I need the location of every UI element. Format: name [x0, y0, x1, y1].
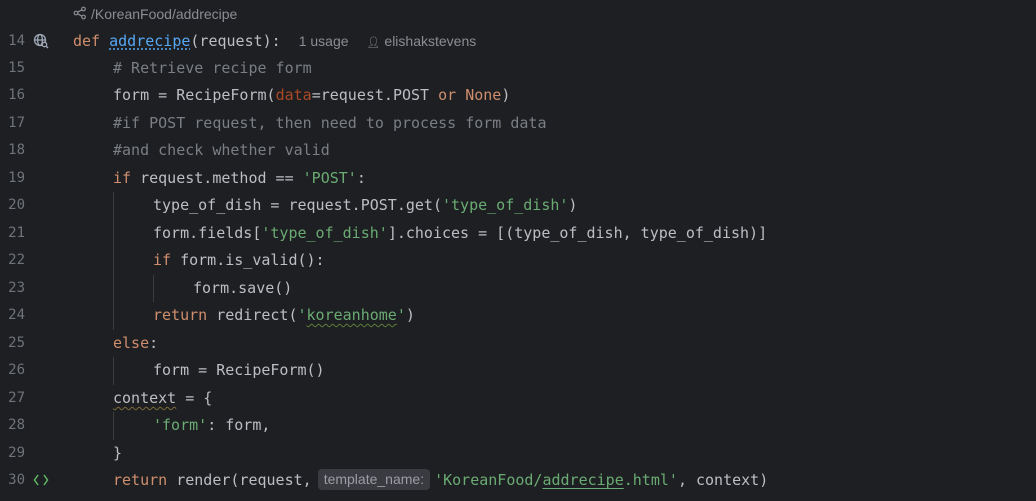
code-text: : [356, 169, 366, 187]
line-number: 20 [8, 197, 25, 213]
line-number: 16 [8, 87, 25, 103]
keyword: or [438, 86, 457, 104]
code-text: = { [176, 389, 213, 407]
string-literal: 'type_of_dish' [441, 196, 569, 214]
line-number: 19 [8, 170, 25, 186]
line-number: 25 [8, 335, 25, 351]
line-number: 27 [8, 390, 25, 406]
line-number: 21 [8, 225, 25, 241]
code-line-17: #if POST request, then need to process f… [113, 110, 546, 138]
comment: #and check whether valid [113, 141, 330, 159]
user-icon: 👤︎ [366, 37, 381, 49]
url-name-string[interactable]: koreanhome [307, 306, 397, 324]
string-literal: 'POST' [302, 169, 357, 187]
code-text: type_of_dish = request.POST.get( [153, 196, 442, 214]
code-line-30: return render(request, template_name: 'Kor… [113, 467, 768, 495]
line-number: 28 [8, 417, 25, 433]
string-quote: ' [297, 306, 307, 324]
variable-name[interactable]: context [113, 389, 176, 407]
code-line-27: context = { [113, 385, 212, 413]
string-literal: 'form' [153, 416, 208, 434]
code-text: , context) [677, 471, 769, 489]
navigate-to-template-icon[interactable] [33, 472, 49, 488]
line-number: 17 [8, 115, 25, 131]
code-line-26: form = RecipeForm() [153, 357, 325, 385]
keyword: return [113, 471, 168, 489]
code-line-19: if request.method == 'POST': [113, 165, 366, 193]
line-number: 23 [8, 280, 25, 296]
indent-guide [113, 192, 114, 330]
parameter-name: data [275, 86, 312, 104]
url-mapping-globe-icon[interactable] [33, 33, 49, 49]
code-line-25: else: [113, 330, 158, 358]
parameter-name-inlay-hint[interactable]: template_name: [317, 469, 431, 490]
usage-hint[interactable]: 1 usage [299, 33, 349, 49]
code-line-28: 'form': form, [153, 412, 270, 440]
author-hint[interactable]: 👤︎ elishakstevens [367, 33, 477, 49]
code-text: request.method == [131, 169, 303, 187]
code-line-20: type_of_dish = request.POST.get('type_of… [153, 192, 577, 220]
template-path-link[interactable]: addrecipe [542, 471, 623, 489]
code-text: form.fields[ [153, 224, 262, 242]
indent-guide [153, 275, 154, 302]
code-line-14: def addrecipe(request): 1 usage 👤︎ elishak… [73, 28, 476, 56]
editor-gutter: 14 15 16 17 18 19 20 21 22 23 24 25 26 2… [0, 0, 62, 501]
code-line-24: return redirect('koreanhome') [153, 302, 415, 330]
code-editor[interactable]: def addrecipe(request): 1 usage 👤︎ elishak… [73, 0, 1036, 501]
keyword: if [153, 251, 172, 269]
code-line-15: # Retrieve recipe form [113, 55, 312, 83]
string-literal: 'KoreanFood/ [434, 471, 543, 489]
code-line-23: form.save() [193, 275, 292, 303]
line-number: 18 [8, 142, 25, 158]
code-line-22: if form.is_valid(): [153, 247, 325, 275]
code-text: ].choices = [(type_of_dish, type_of_dish… [387, 224, 768, 242]
line-number: 22 [8, 252, 25, 268]
code-text: (request): [190, 32, 281, 50]
code-text: =request.POST [311, 86, 439, 104]
code-text: form.is_valid(): [171, 251, 325, 269]
string-quote: ' [396, 306, 406, 324]
line-number: 14 [8, 33, 25, 49]
line-number: 24 [8, 307, 25, 323]
code-line-16: form = RecipeForm(data=request.POST or N… [113, 82, 510, 110]
keyword: None [465, 86, 502, 104]
comment: #if POST request, then need to process f… [113, 114, 547, 132]
code-text: form.save() [193, 279, 293, 297]
string-literal: .html' [623, 471, 678, 489]
code-text: } [113, 444, 123, 462]
indent-guide [113, 412, 114, 440]
code-text: ) [501, 86, 511, 104]
keyword: else [113, 334, 150, 352]
code-line-21: form.fields['type_of_dish'].choices = [(… [153, 220, 767, 248]
string-literal: 'type_of_dish' [261, 224, 388, 242]
keyword: if [113, 169, 132, 187]
line-number: 30 [8, 472, 25, 488]
code-text: form = RecipeForm( [113, 86, 276, 104]
indent-guide [113, 357, 114, 385]
keyword: return [153, 306, 208, 324]
code-text: redirect( [207, 306, 298, 324]
code-text: render(request, [167, 471, 312, 489]
code-line-29: } [113, 440, 122, 468]
comment: # Retrieve recipe form [113, 59, 312, 77]
code-text: : form, [207, 416, 271, 434]
function-name[interactable]: addrecipe [109, 32, 190, 50]
keyword: def [73, 32, 101, 50]
line-number: 15 [8, 60, 25, 76]
code-text: ) [405, 306, 415, 324]
line-number: 29 [8, 445, 25, 461]
code-text: : [149, 334, 159, 352]
code-text: ) [568, 196, 578, 214]
code-text: form = RecipeForm() [153, 361, 325, 379]
code-line-18: #and check whether valid [113, 137, 330, 165]
line-number: 26 [8, 362, 25, 378]
